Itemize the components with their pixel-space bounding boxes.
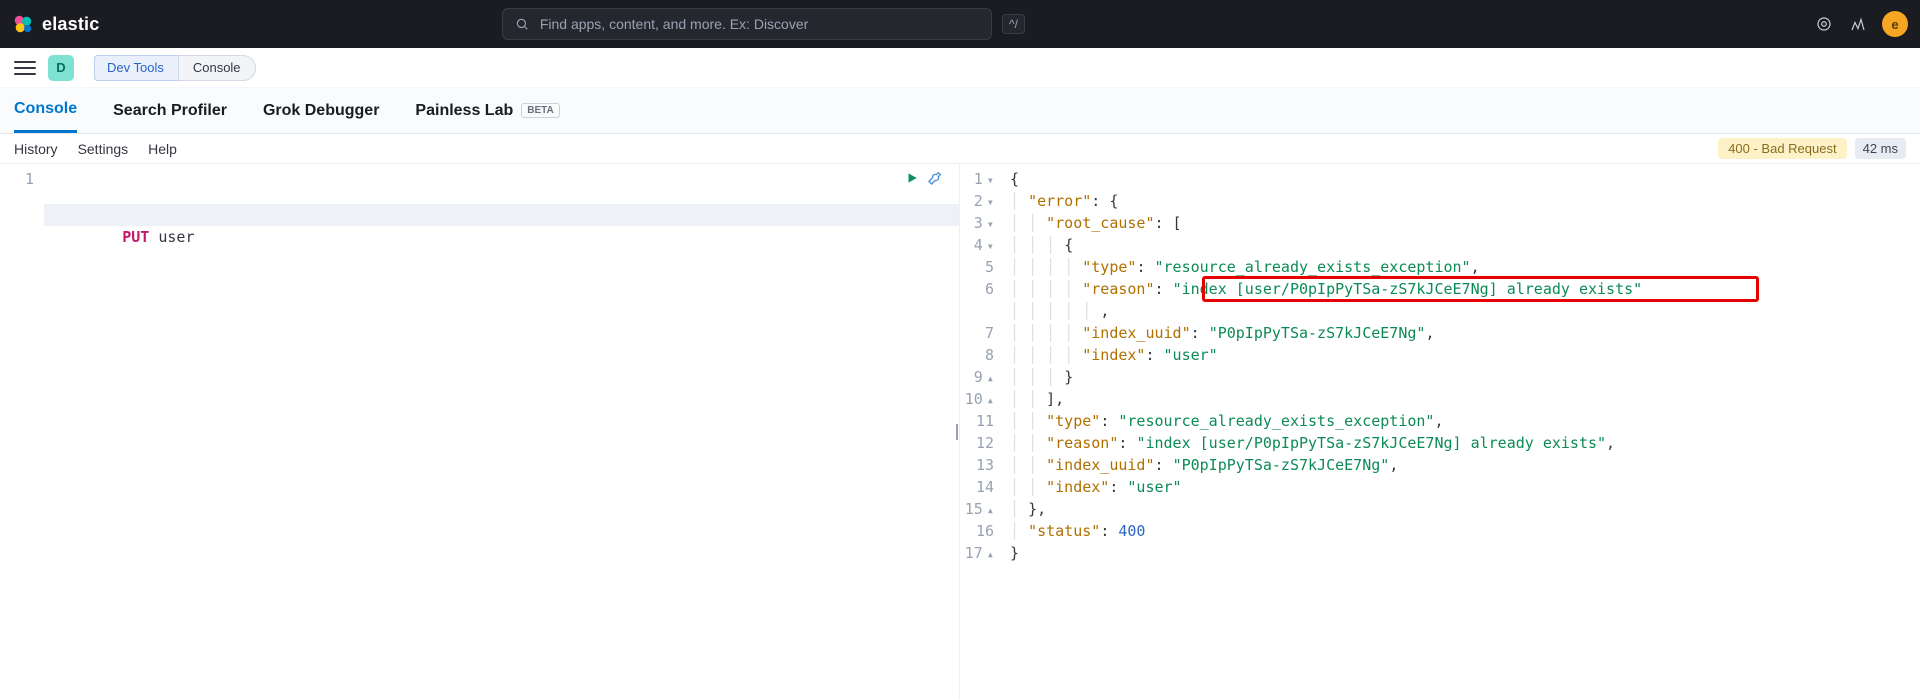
response-line: │ │ │ │ "index_uuid": "P0pIpPyTSa-zS7kJC…: [1004, 322, 1920, 344]
space-selector[interactable]: D: [48, 55, 74, 81]
fold-toggle-icon[interactable]: ▴: [987, 547, 994, 561]
response-line: │ },: [1004, 498, 1920, 520]
fold-toggle-icon[interactable]: ▾: [987, 217, 994, 231]
response-line: │ │ "index_uuid": "P0pIpPyTSa-zS7kJCeE7N…: [1004, 454, 1920, 476]
response-line: │ │ │ │ "type": "resource_already_exists…: [1004, 256, 1920, 278]
http-method: PUT: [122, 228, 149, 246]
secondary-header: D Dev Tools Console: [0, 48, 1920, 88]
line-number: 15▴: [960, 498, 1004, 520]
response-line: │ │ │ {: [1004, 234, 1920, 256]
wrench-icon[interactable]: [927, 170, 943, 189]
line-number: 9▴: [960, 366, 1004, 388]
help-icon[interactable]: [1848, 14, 1868, 34]
fold-toggle-icon[interactable]: ▴: [987, 393, 994, 407]
line-number: 1▾: [960, 168, 1004, 190]
response-line: │ │ "reason": "index [user/P0pIpPyTSa-zS…: [1004, 432, 1920, 454]
line-number: 10▴: [960, 388, 1004, 410]
request-gutter: 1: [0, 164, 44, 699]
line-number: [960, 300, 1004, 322]
newsfeed-icon[interactable]: [1814, 14, 1834, 34]
request-editor[interactable]: 1 PUT user: [0, 164, 960, 699]
breadcrumb-devtools[interactable]: Dev Tools: [94, 55, 178, 81]
line-number: 17▴: [960, 542, 1004, 564]
request-code[interactable]: PUT user: [44, 164, 959, 699]
line-number: 8: [960, 344, 1004, 366]
line-number: 6: [960, 278, 1004, 300]
product-name: elastic: [42, 14, 99, 35]
beta-badge: BETA: [521, 103, 559, 118]
response-line: │ │ │ │ "index": "user": [1004, 344, 1920, 366]
global-search-box[interactable]: [502, 8, 992, 40]
line-number: 16: [960, 520, 1004, 542]
tab-search-profiler[interactable]: Search Profiler: [113, 88, 227, 133]
request-line[interactable]: PUT user: [44, 204, 959, 226]
breadcrumb-console[interactable]: Console: [178, 55, 256, 81]
response-code[interactable]: {│ "error": {│ │ "root_cause": [│ │ │ {│…: [1004, 164, 1920, 699]
line-number: 11: [960, 410, 1004, 432]
toolbar-settings[interactable]: Settings: [78, 141, 129, 157]
response-line: │ │ │ }: [1004, 366, 1920, 388]
app-topbar: elastic ^/ e: [0, 0, 1920, 48]
nav-toggle-icon[interactable]: [14, 57, 36, 79]
fold-toggle-icon[interactable]: ▾: [987, 195, 994, 209]
fold-toggle-icon[interactable]: ▾: [987, 239, 994, 253]
line-number: 14: [960, 476, 1004, 498]
response-time-badge: 42 ms: [1855, 138, 1906, 159]
user-avatar[interactable]: e: [1882, 11, 1908, 37]
line-number: 2▾: [960, 190, 1004, 212]
play-icon[interactable]: [905, 171, 919, 188]
response-status-badge: 400 - Bad Request: [1718, 138, 1846, 159]
elastic-logo-icon: [12, 13, 34, 35]
line-number: 1: [0, 168, 44, 190]
topbar-actions: e: [1814, 11, 1908, 37]
search-input[interactable]: [540, 16, 981, 32]
editor-split: 1 PUT user 1▾2▾3▾4▾56789▴10▴1112131415▴1…: [0, 164, 1920, 699]
response-line: │ "status": 400: [1004, 520, 1920, 542]
line-number: 4▾: [960, 234, 1004, 256]
toolbar-history[interactable]: History: [14, 141, 58, 157]
response-viewer[interactable]: 1▾2▾3▾4▾56 789▴10▴1112131415▴1617▴ {│ "er…: [960, 164, 1920, 699]
response-line: │ │ ],: [1004, 388, 1920, 410]
toolbar-help[interactable]: Help: [148, 141, 177, 157]
line-number: 13: [960, 454, 1004, 476]
search-kbd-hint: ^/: [1002, 14, 1025, 34]
elastic-logo[interactable]: elastic: [12, 13, 99, 35]
response-line: │ │ "index": "user": [1004, 476, 1920, 498]
response-line: │ │ "root_cause": [: [1004, 212, 1920, 234]
request-actions: [905, 170, 943, 189]
tab-console[interactable]: Console: [14, 88, 77, 133]
line-number: 5: [960, 256, 1004, 278]
response-line: │ │ "type": "resource_already_exists_exc…: [1004, 410, 1920, 432]
line-number: 12: [960, 432, 1004, 454]
global-search: ^/: [502, 8, 1025, 40]
fold-toggle-icon[interactable]: ▴: [987, 503, 994, 517]
tab-grok-debugger[interactable]: Grok Debugger: [263, 88, 379, 133]
line-number: 7: [960, 322, 1004, 344]
fold-toggle-icon[interactable]: ▾: [987, 173, 994, 187]
line-number: 3▾: [960, 212, 1004, 234]
search-icon: [513, 14, 532, 34]
response-line: │ "error": {: [1004, 190, 1920, 212]
tab-painless-lab[interactable]: Painless Lab BETA: [415, 88, 559, 133]
response-line: │ │ │ │ "reason": "index [user/P0pIpPyTS…: [1004, 278, 1920, 300]
response-line: │ │ │ │ │ ,: [1004, 300, 1920, 322]
tab-painless-label: Painless Lab: [415, 102, 513, 120]
response-gutter: 1▾2▾3▾4▾56 789▴10▴1112131415▴1617▴: [960, 164, 1004, 699]
fold-toggle-icon[interactable]: ▴: [987, 371, 994, 385]
request-path: user: [158, 228, 194, 246]
tool-tabs: Console Search Profiler Grok Debugger Pa…: [0, 88, 1920, 134]
response-line: }: [1004, 542, 1920, 564]
response-line: {: [1004, 168, 1920, 190]
breadcrumb: Dev Tools Console: [94, 55, 256, 81]
console-toolbar: History Settings Help 400 - Bad Request …: [0, 134, 1920, 164]
